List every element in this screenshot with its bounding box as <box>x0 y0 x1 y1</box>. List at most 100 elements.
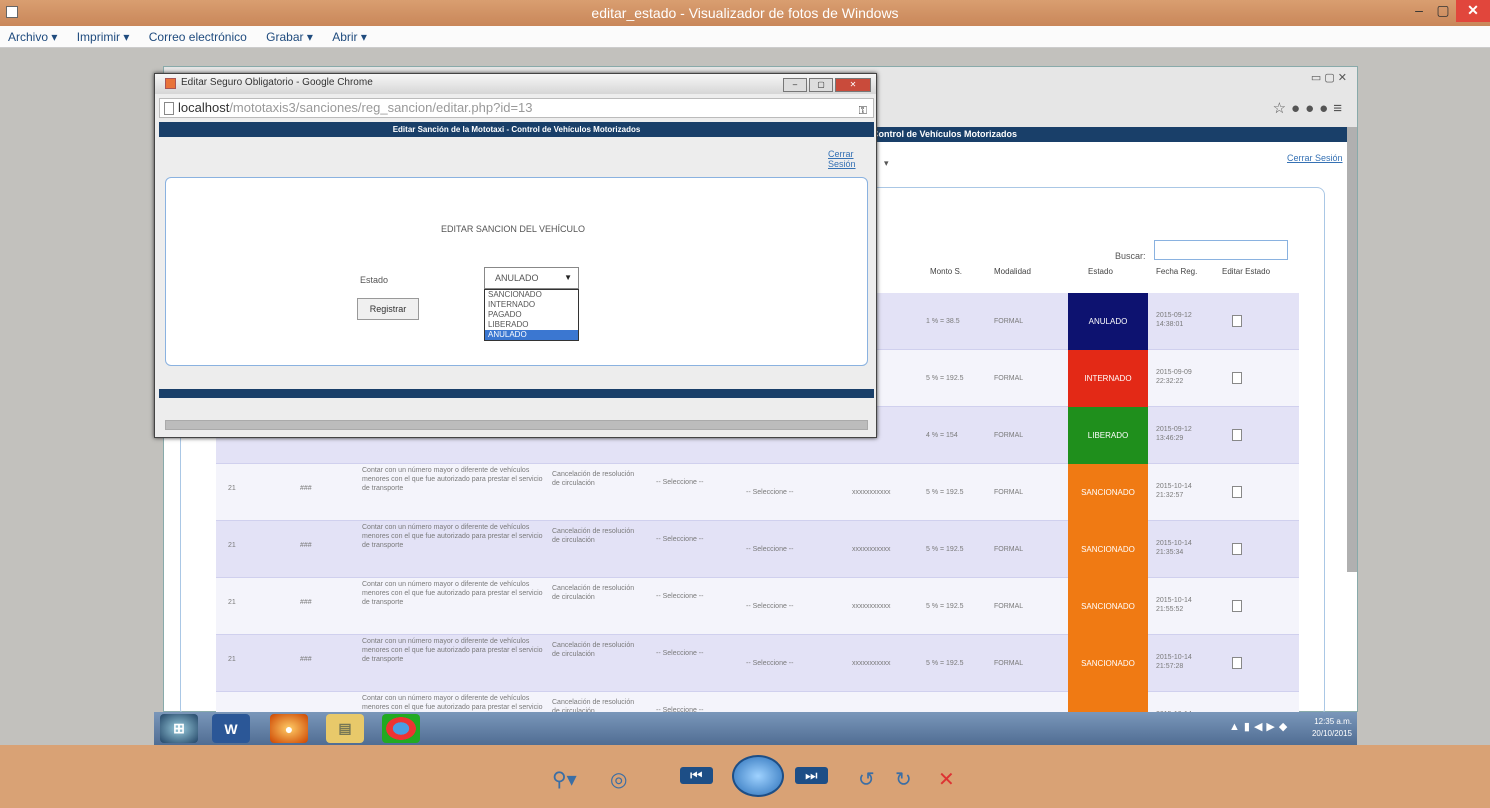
cell-select-2[interactable]: -- Seleccione -- <box>746 545 793 554</box>
previous-icon[interactable]: ⏮ <box>680 767 713 784</box>
zoom-icon[interactable]: ⚲▾ <box>552 767 577 792</box>
menu-imprimir[interactable]: Imprimir ▾ <box>69 26 138 44</box>
chrome-icon[interactable] <box>382 714 420 743</box>
firefox-icon[interactable]: ● <box>270 714 308 743</box>
folder-icon[interactable]: ▤ <box>326 714 364 743</box>
option-sancionado[interactable]: SANCIONADO <box>485 290 578 300</box>
menu-grabar[interactable]: Grabar ▾ <box>258 26 321 44</box>
estado-select[interactable]: ANULADO ▼ <box>484 267 579 289</box>
column-estado[interactable]: Estado <box>1088 267 1113 276</box>
option-liberado[interactable]: LIBERADO <box>485 320 578 330</box>
delete-icon[interactable]: ✕ <box>938 767 955 792</box>
column-fecha[interactable]: Fecha Reg. <box>1156 267 1197 276</box>
cell-fecha: 2015-10-14 21:57:28 <box>1156 654 1192 670</box>
cell-select-1[interactable]: -- Seleccione -- <box>656 649 716 658</box>
next-icon[interactable]: ⏭ <box>795 767 828 784</box>
estado-select-value: ANULADO <box>495 273 539 283</box>
cell-monto: 5 % = 192.5 <box>926 603 964 610</box>
cell-select-1[interactable]: -- Seleccione -- <box>656 478 716 487</box>
minimize-button[interactable]: – <box>1406 0 1432 22</box>
edit-icon[interactable] <box>1232 543 1242 555</box>
cell-monto: 4 % = 154 <box>926 432 958 439</box>
edit-icon[interactable] <box>1232 429 1242 441</box>
menu-correo[interactable]: Correo electrónico <box>141 26 255 44</box>
cell-select-2[interactable]: -- Seleccione -- <box>746 602 793 611</box>
slideshow-button[interactable] <box>732 755 784 797</box>
cell-select-1[interactable]: -- Seleccione -- <box>656 592 716 601</box>
viewer-menubar: Archivo ▾ Imprimir ▾ Correo electrónico … <box>0 26 1490 48</box>
clock-time: 12:35 a.m. <box>1314 717 1352 726</box>
browser-extension-icons[interactable]: ☆●●●≡ <box>1273 99 1347 117</box>
cell-description: Contar con un número mayor o diferente d… <box>362 581 543 606</box>
edit-icon[interactable] <box>1232 372 1242 384</box>
popup-maximize-button[interactable]: ▢ <box>809 78 833 92</box>
menu-archivo[interactable]: Archivo ▾ <box>0 26 65 44</box>
edit-form-panel: EDITAR SANCION DEL VEHÍCULO Estado ANULA… <box>165 177 868 366</box>
address-bar[interactable]: localhost/mototaxis3/sanciones/reg_sanci… <box>159 98 874 118</box>
viewer-controls-bar: ⚲▾ ◎ ⏮ ⏭ ↺ ↻ ✕ <box>0 745 1490 808</box>
cell-masked: xxxxxxxxxxx <box>852 603 891 610</box>
close-button[interactable]: ✕ <box>1456 0 1490 22</box>
cell-fecha: 2015-10-14 21:55:52 <box>1156 597 1192 613</box>
cell-id: 21 <box>228 485 236 492</box>
popup-close-button[interactable]: ✕ <box>835 78 871 92</box>
maximize-button[interactable]: ▢ <box>1430 0 1456 22</box>
start-button[interactable]: ⊞ <box>160 714 198 743</box>
word-icon[interactable]: W <box>212 714 250 743</box>
estado-label: Estado <box>360 275 389 285</box>
option-pagado[interactable]: PAGADO <box>485 310 578 320</box>
cell-select-1[interactable]: -- Seleccione -- <box>656 535 716 544</box>
popup-minimize-button[interactable]: – <box>783 78 807 92</box>
viewer-title: editar_estado - Visualizador de fotos de… <box>591 5 899 21</box>
windows-taskbar: ⊞ W ● ▤ ▲▮◀▶◆ 12:35 a.m. 20/10/2015 <box>154 712 1357 745</box>
key-icon[interactable]: ⚿ <box>859 102 867 120</box>
cell-fecha: 2015-09-12 14:38:01 <box>1156 312 1192 328</box>
taskbar-clock[interactable]: 12:35 a.m. 20/10/2015 <box>1302 716 1352 740</box>
viewer-titlebar: editar_estado - Visualizador de fotos de… <box>0 0 1490 26</box>
url-path: /mototaxis3/sanciones/reg_sancion/editar… <box>229 100 533 115</box>
registrar-button[interactable]: Registrar <box>357 298 419 320</box>
rotate-right-icon[interactable]: ↻ <box>895 767 912 792</box>
browser-window-controls[interactable]: ▭ ▢ ✕ <box>1311 71 1347 84</box>
cell-select-2[interactable]: -- Seleccione -- <box>746 488 793 497</box>
edit-popup-window: Editar Seguro Obligatorio - Google Chrom… <box>154 73 877 438</box>
edit-icon[interactable] <box>1232 657 1242 669</box>
horizontal-scrollbar[interactable] <box>165 420 868 430</box>
estado-options-list[interactable]: SANCIONADO INTERNADO PAGADO LIBERADO ANU… <box>484 289 579 341</box>
column-modalidad[interactable]: Modalidad <box>994 267 1031 276</box>
edit-icon[interactable] <box>1232 600 1242 612</box>
status-badge: INTERNADO <box>1068 350 1148 407</box>
popup-page-header: Editar Sanción de la Mototaxi - Control … <box>159 122 874 137</box>
cell-accion: Cancelación de resolución de circulación <box>552 585 635 601</box>
menu-abrir[interactable]: Abrir ▾ <box>324 26 375 44</box>
cell-id: 21 <box>228 599 236 606</box>
popup-title: Editar Seguro Obligatorio - Google Chrom… <box>155 74 876 94</box>
clock-date: 20/10/2015 <box>1311 729 1352 738</box>
option-anulado[interactable]: ANULADO <box>485 330 578 340</box>
logout-link[interactable]: Cerrar Sesión <box>1287 153 1343 163</box>
edit-icon[interactable] <box>1232 486 1242 498</box>
edit-icon[interactable] <box>1232 315 1242 327</box>
cell-modalidad: FORMAL <box>994 375 1024 382</box>
actual-size-icon[interactable]: ◎ <box>610 767 627 792</box>
cell-fecha: 2015-10-14 21:35:34 <box>1156 540 1192 556</box>
system-tray-icons[interactable]: ▲▮◀▶◆ <box>1229 720 1291 733</box>
option-internado[interactable]: INTERNADO <box>485 300 578 310</box>
cell-masked: xxxxxxxxxxx <box>852 489 891 496</box>
search-input[interactable] <box>1154 240 1288 260</box>
dropdown-icon[interactable]: ▾ <box>884 158 889 169</box>
popup-logout-link[interactable]: Cerrar Sesión <box>828 149 876 169</box>
cell-monto: 5 % = 192.5 <box>926 660 964 667</box>
column-editar[interactable]: Editar Estado <box>1222 267 1270 276</box>
cell-accion: Cancelación de resolución de circulación <box>552 471 635 487</box>
cell-description: Contar con un número mayor o diferente d… <box>362 524 543 549</box>
status-badge: SANCIONADO <box>1068 521 1148 578</box>
cell-select-2[interactable]: -- Seleccione -- <box>746 659 793 668</box>
vertical-scrollbar[interactable] <box>1347 127 1357 572</box>
status-badge: SANCIONADO <box>1068 464 1148 521</box>
column-monto[interactable]: Monto S. <box>930 267 962 276</box>
cell-modalidad: FORMAL <box>994 603 1024 610</box>
cell-fecha: 2015-10-14 21:32:57 <box>1156 483 1192 499</box>
cell-description: Contar con un número mayor o diferente d… <box>362 638 543 663</box>
rotate-left-icon[interactable]: ↺ <box>858 767 875 792</box>
